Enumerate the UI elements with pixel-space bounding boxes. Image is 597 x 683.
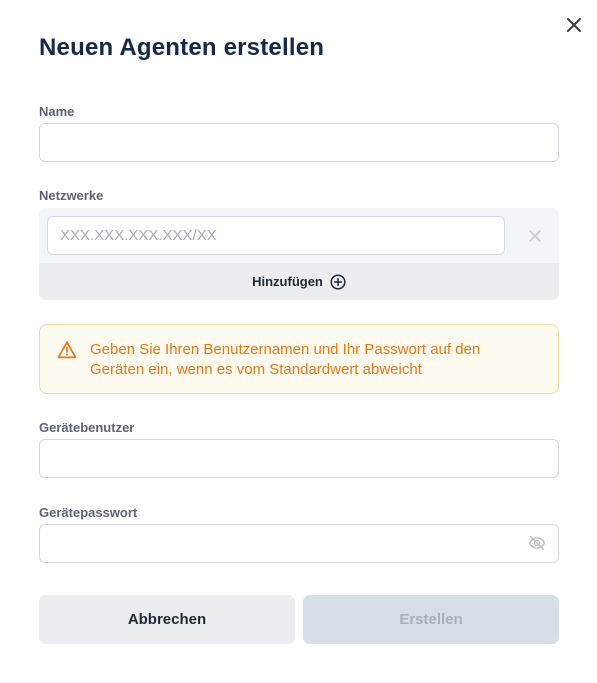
name-label: Name [39,104,75,119]
warning-text: Geben Sie Ihren Benutzernamen und Ihr Pa… [90,341,481,378]
device-user-input[interactable] [39,439,559,478]
networks-label: Netzwerke [39,188,104,203]
create-agent-dialog: Neuen Agenten erstellen Name Netzwerke H… [0,0,597,683]
credentials-warning: Geben Sie Ihren Benutzernamen und Ihr Pa… [39,324,559,394]
eye-off-icon [528,535,546,551]
add-network-button[interactable]: Hinzufügen [39,263,559,300]
device-password-input[interactable] [39,524,559,563]
close-icon [567,18,581,32]
close-icon [529,230,541,242]
cancel-button[interactable]: Abbrechen [39,595,295,644]
create-button[interactable]: Erstellen [303,595,559,644]
networks-container: Hinzufügen [39,208,559,300]
device-password-label: Gerätepasswort [39,505,138,520]
network-remove-button[interactable] [526,227,544,245]
network-input[interactable] [47,216,505,255]
password-visibility-toggle[interactable] [526,533,548,553]
warning-triangle-icon [57,341,77,359]
plus-circle-icon [330,273,346,290]
device-user-label: Gerätebenutzer [39,420,135,435]
name-input[interactable] [39,123,559,162]
dialog-title: Neuen Agenten erstellen [39,34,325,61]
close-button[interactable] [563,14,585,36]
add-network-label: Hinzufügen [252,274,323,289]
